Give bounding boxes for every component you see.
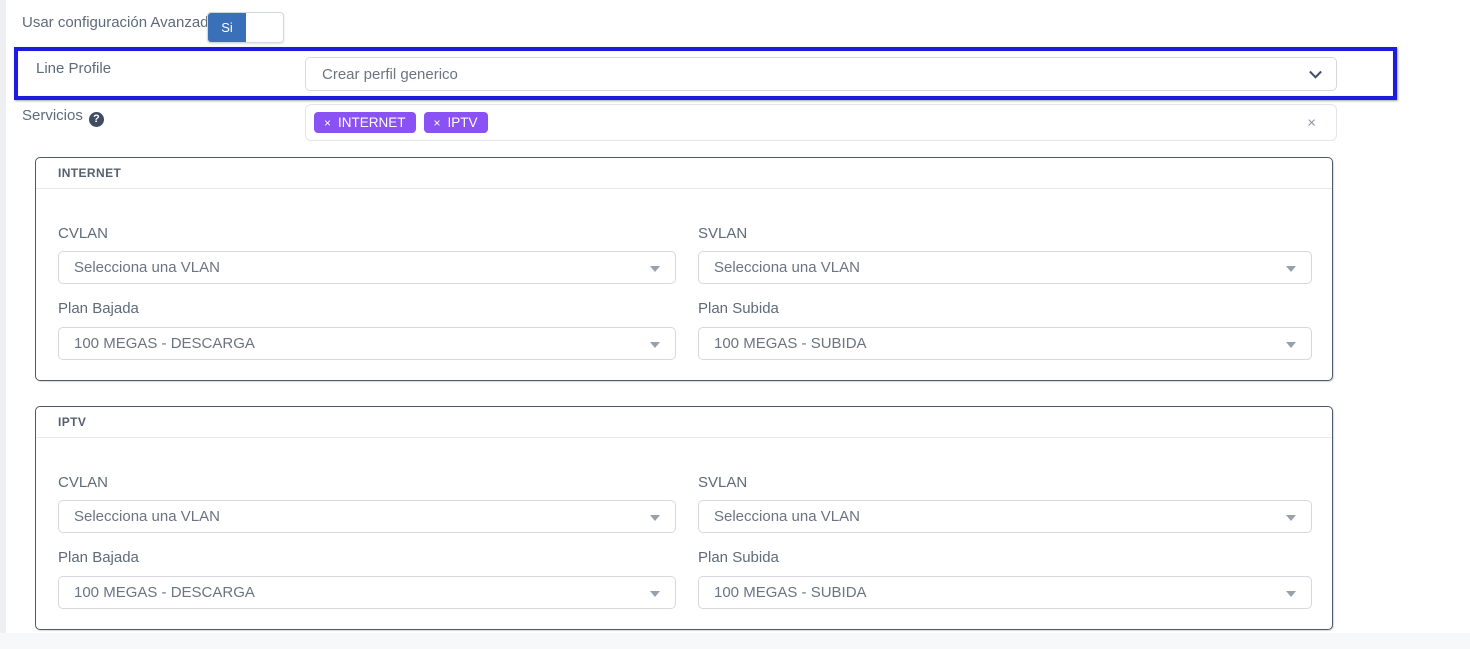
iptv-left-column: CVLAN Selecciona una VLAN Plan Bajada 10… [58,438,676,609]
plan-bajada-label: Plan Bajada [58,549,676,566]
remove-internet-icon[interactable]: × [324,117,331,129]
tag-internet-label: INTERNET [338,115,406,130]
left-edge-strip [0,0,6,649]
cvlan-label: CVLAN [58,474,676,491]
iptv-card-title: IPTV [58,415,86,429]
caret-down-icon [1286,591,1296,597]
caret-down-icon [650,515,660,521]
line-profile-select[interactable]: Crear perfil generico [305,57,1337,91]
caret-down-icon [650,591,660,597]
plan-subida-label: Plan Subida [698,549,1312,566]
cvlan-select-value: Selecciona una VLAN [74,508,220,525]
chevron-down-icon [1309,66,1322,79]
servicios-label: Servicios? [22,107,104,127]
bottom-background [0,633,1470,649]
iptv-card: IPTV CVLAN Selecciona una VLAN Plan Baja… [35,406,1333,630]
svlan-select[interactable]: Selecciona una VLAN [698,500,1312,533]
plan-subida-select-value: 100 MEGAS - SUBIDA [714,335,867,352]
internet-right-column: SVLAN Selecciona una VLAN Plan Subida 10… [698,189,1312,360]
advanced-config-label: Usar configuración Avanzada [22,14,217,31]
tag-internet: × INTERNET [314,112,416,133]
plan-bajada-select-value: 100 MEGAS - DESCARGA [74,584,255,601]
cvlan-select[interactable]: Selecciona una VLAN [58,251,676,284]
clear-all-icon[interactable]: × [1307,115,1316,130]
plan-bajada-select[interactable]: 100 MEGAS - DESCARGA [58,327,676,360]
svlan-select-value: Selecciona una VLAN [714,508,860,525]
svlan-label: SVLAN [698,474,1312,491]
iptv-right-column: SVLAN Selecciona una VLAN Plan Subida 10… [698,438,1312,609]
line-profile-selected-value: Crear perfil generico [322,66,458,83]
line-profile-label: Line Profile [36,60,111,77]
toggle-off-segment [246,13,283,42]
toggle-on-segment: Si [208,13,246,42]
tag-iptv-label: IPTV [448,115,478,130]
internet-left-column: CVLAN Selecciona una VLAN Plan Bajada 10… [58,189,676,360]
plan-subida-select-value: 100 MEGAS - SUBIDA [714,584,867,601]
advanced-config-toggle[interactable]: Si [207,12,284,43]
cvlan-select-value: Selecciona una VLAN [74,259,220,276]
servicios-label-text: Servicios [22,107,83,124]
caret-down-icon [1286,266,1296,272]
cvlan-label: CVLAN [58,225,676,242]
plan-bajada-select[interactable]: 100 MEGAS - DESCARGA [58,576,676,609]
remove-iptv-icon[interactable]: × [434,117,441,129]
caret-down-icon [650,342,660,348]
svlan-label: SVLAN [698,225,1312,242]
internet-card-header: INTERNET [36,158,1332,189]
iptv-card-header: IPTV [36,407,1332,438]
tag-iptv: × IPTV [424,112,488,133]
internet-card-title: INTERNET [58,166,121,180]
help-icon[interactable]: ? [89,112,104,127]
caret-down-icon [1286,515,1296,521]
plan-subida-select[interactable]: 100 MEGAS - SUBIDA [698,576,1312,609]
plan-bajada-label: Plan Bajada [58,300,676,317]
advanced-configuration-form: Usar configuración Avanzada Si Line Prof… [0,0,1470,649]
cvlan-select[interactable]: Selecciona una VLAN [58,500,676,533]
plan-bajada-select-value: 100 MEGAS - DESCARGA [74,335,255,352]
caret-down-icon [1286,342,1296,348]
svlan-select-value: Selecciona una VLAN [714,259,860,276]
plan-subida-select[interactable]: 100 MEGAS - SUBIDA [698,327,1312,360]
servicios-multiselect[interactable]: × INTERNET × IPTV × [305,104,1337,141]
internet-card: INTERNET CVLAN Selecciona una VLAN Plan … [35,157,1333,381]
plan-subida-label: Plan Subida [698,300,1312,317]
caret-down-icon [650,266,660,272]
svlan-select[interactable]: Selecciona una VLAN [698,251,1312,284]
